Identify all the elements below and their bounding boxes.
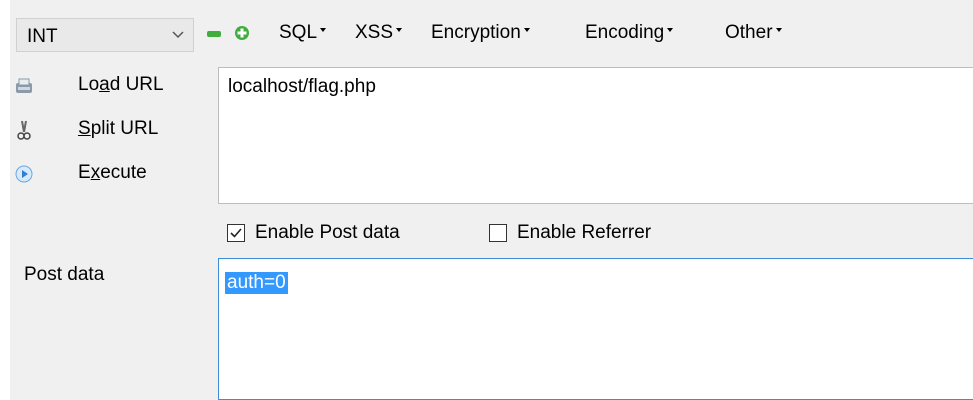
post-data-label: Post data	[24, 264, 105, 285]
split-url-label: Split URL	[78, 118, 159, 139]
menu-sql-label: SQL	[279, 22, 318, 43]
toolbar: INT SQL XSS Encryption Encoding Other	[10, 14, 973, 54]
menu-xss-label: XSS	[355, 22, 394, 43]
menu-sql[interactable]: SQL	[279, 22, 327, 44]
checkbox-box	[227, 224, 245, 242]
play-icon	[15, 165, 33, 183]
execute-label: Execute	[78, 162, 147, 183]
url-field[interactable]: localhost/flag.php	[218, 67, 973, 204]
injection-type-select[interactable]: INT	[16, 18, 194, 52]
load-url-button[interactable]: Load URL	[10, 72, 200, 102]
menu-xss[interactable]: XSS	[355, 22, 403, 44]
chevron-down-icon	[172, 31, 184, 39]
menu-encryption-label: Encryption	[431, 22, 521, 43]
load-url-label: Load URL	[78, 74, 164, 95]
enable-referrer-label: Enable Referrer	[517, 222, 652, 243]
enable-post-data-label: Enable Post data	[255, 222, 400, 243]
execute-button[interactable]: Execute	[10, 160, 200, 190]
menu-other-label: Other	[725, 22, 773, 43]
checkbox-box	[489, 224, 507, 242]
decrease-button[interactable]	[207, 31, 221, 37]
caret-icon	[667, 28, 674, 32]
caret-icon	[320, 28, 327, 32]
caret-icon	[396, 28, 403, 32]
caret-icon	[775, 28, 782, 32]
load-url-icon	[16, 78, 32, 93]
increase-button[interactable]	[234, 25, 250, 41]
caret-icon	[523, 28, 530, 32]
menu-encryption[interactable]: Encryption	[431, 22, 530, 44]
menu-encoding-label: Encoding	[585, 22, 665, 43]
menu-other[interactable]: Other	[725, 22, 782, 44]
post-data-field[interactable]: auth=0	[218, 258, 973, 400]
checkmark-icon	[230, 228, 242, 238]
menu-encoding[interactable]: Encoding	[585, 22, 674, 44]
post-data-value: auth=0	[225, 272, 288, 294]
scissors-icon	[17, 120, 31, 140]
injection-type-value: INT	[27, 26, 58, 47]
split-url-button[interactable]: Split URL	[10, 116, 200, 146]
url-value: localhost/flag.php	[228, 76, 376, 97]
